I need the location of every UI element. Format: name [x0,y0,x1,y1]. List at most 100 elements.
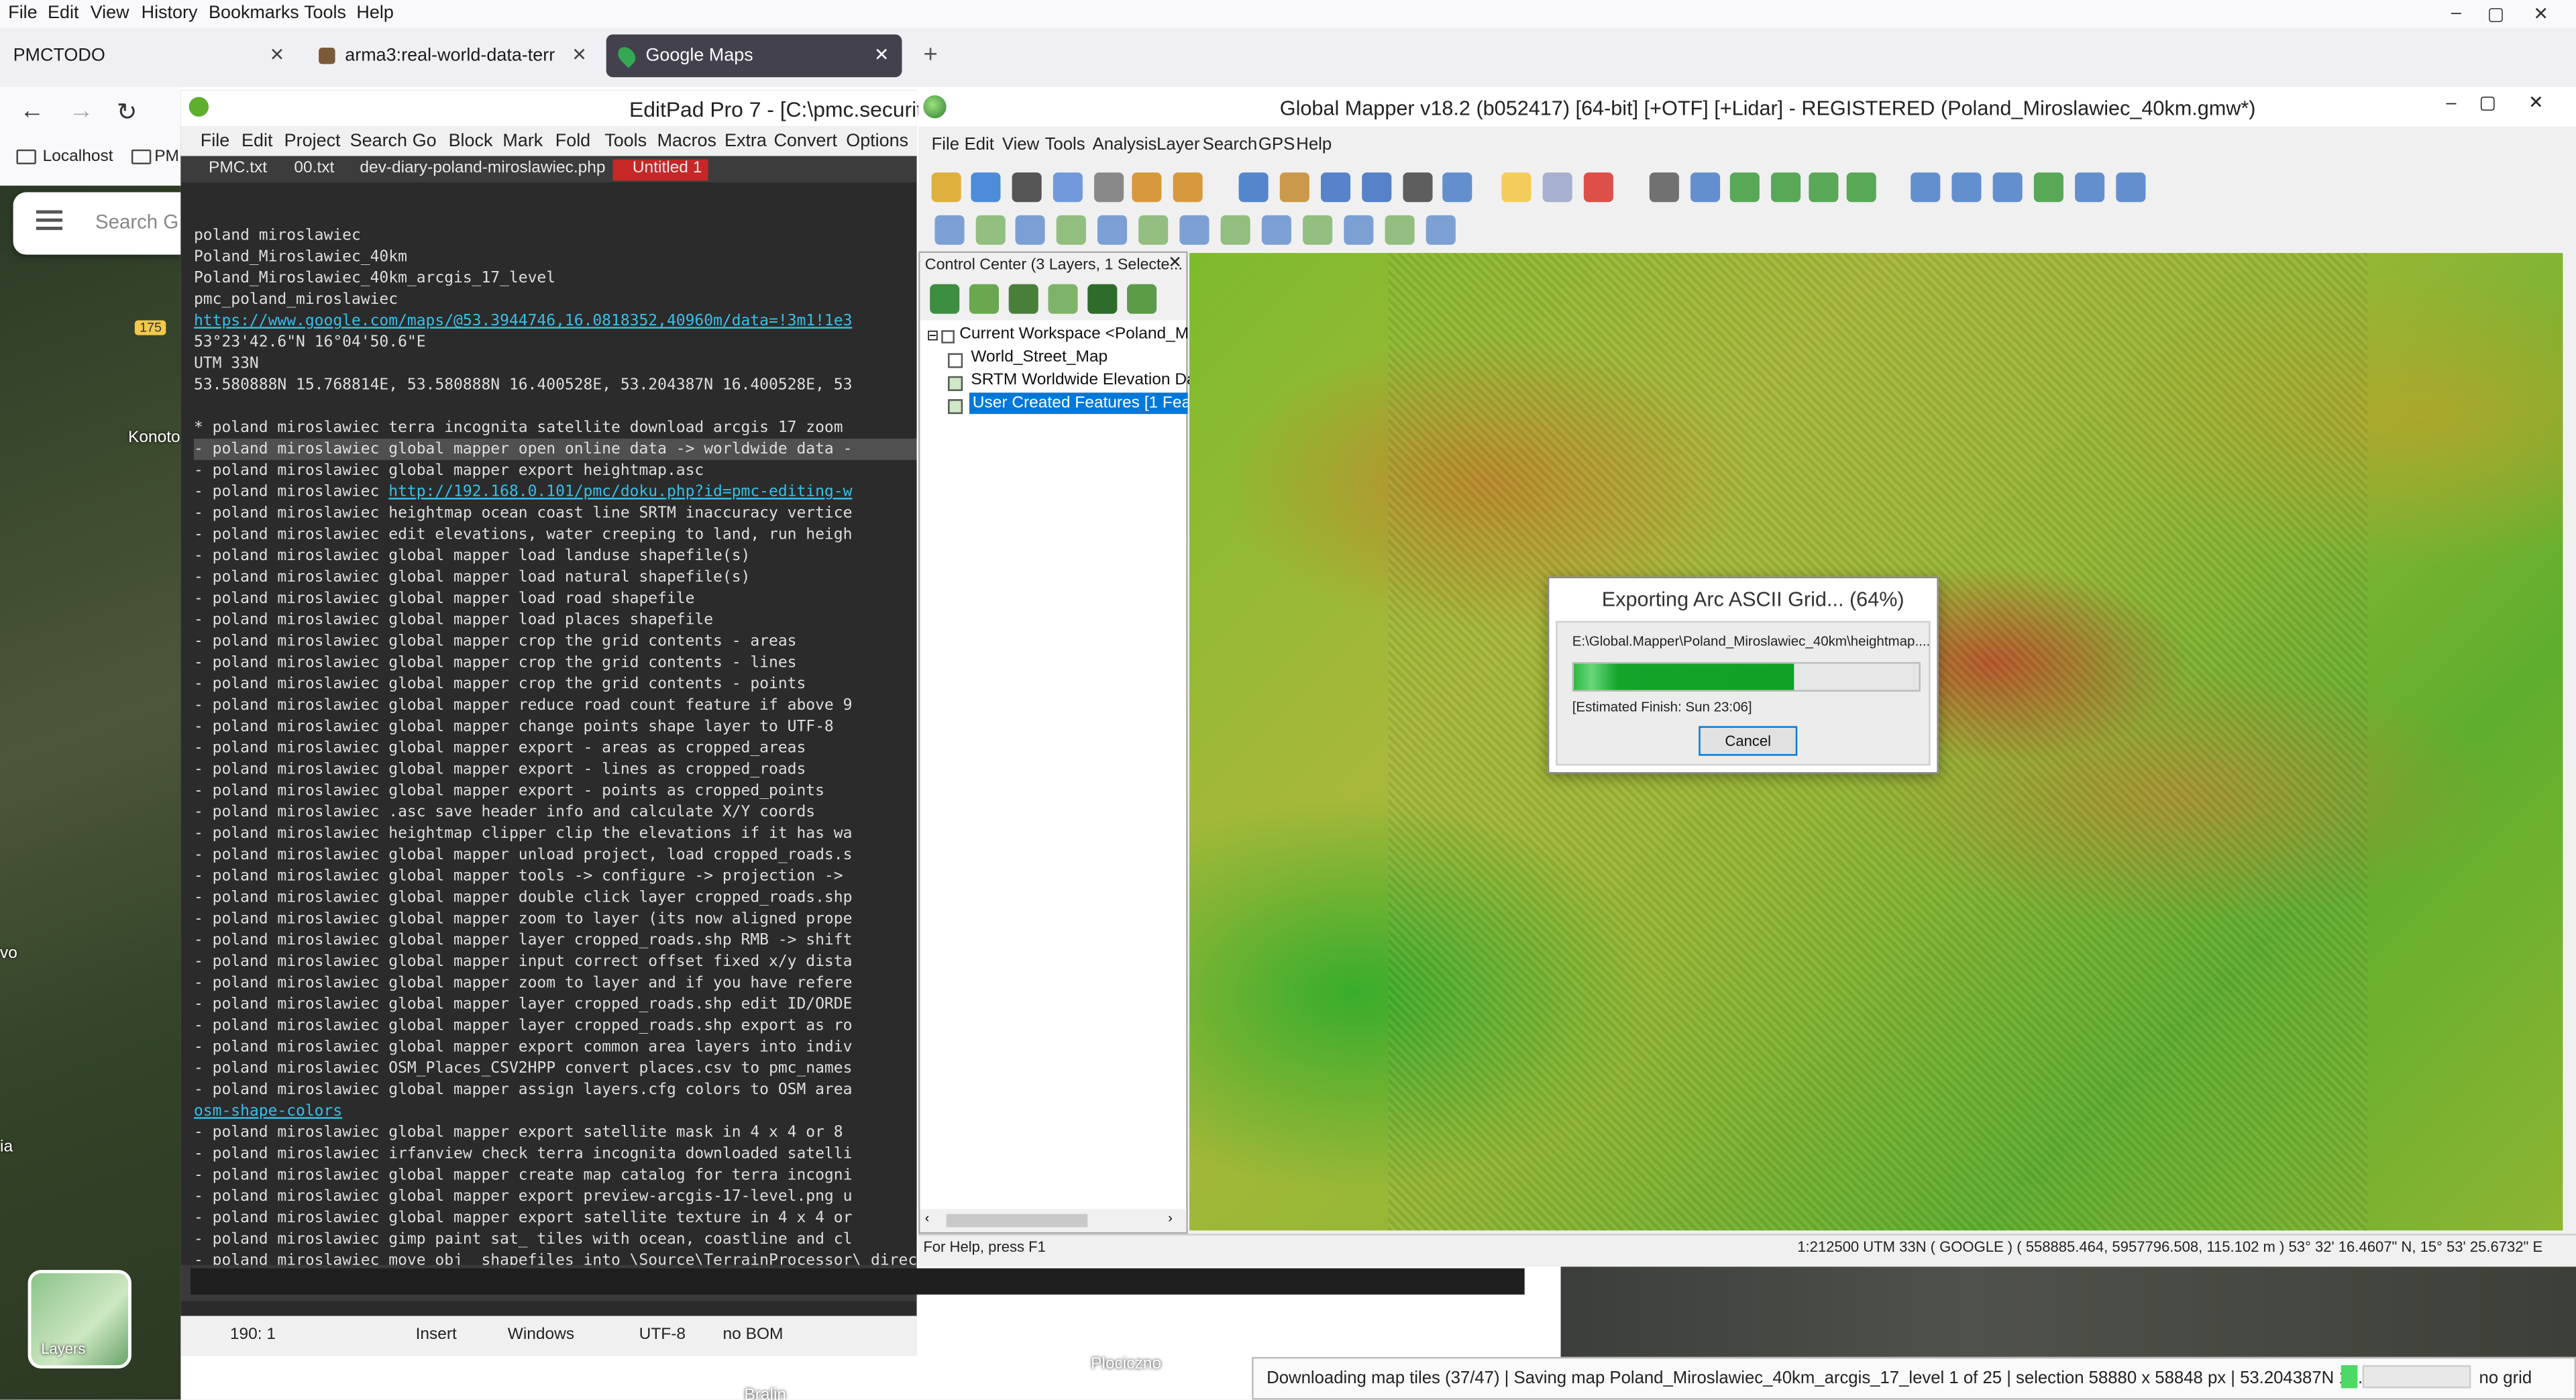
hamburger-menu-icon[interactable] [36,210,63,214]
toolbar-tool-icon[interactable] [1649,172,1679,203]
toolbar-edit-icon[interactable] [1385,215,1415,245]
text-line[interactable]: - poland miroslawiec irfanview check ter… [194,1144,917,1165]
toolbar-tool-icon[interactable] [1911,172,1941,203]
text-line[interactable]: - poland miroslawiec global mapper layer… [194,994,917,1016]
workspace-node[interactable]: Current Workspace <Poland_Mi [959,325,1192,343]
ep-menu-project[interactable]: Project [284,131,341,151]
layer-checkbox-checked[interactable] [948,376,963,391]
layer-options-icon[interactable] [1048,284,1078,314]
close-tab-icon[interactable]: ✕ [270,44,285,66]
scroll-right-icon[interactable]: › [1168,1211,1173,1226]
forward-arrow-icon[interactable]: → [69,97,94,125]
text-line[interactable]: 53.580888N 15.768814E, 53.580888N 16.400… [194,374,917,396]
text-line[interactable]: - poland miroslawiec global mapper layer… [194,1015,917,1036]
text-line[interactable]: - poland miroslawiec OSM_Places_CSV2HPP … [194,1058,917,1079]
maps-search-box[interactable]: Search G [13,192,181,255]
text-line[interactable]: - poland miroslawiec global mapper zoom … [194,908,917,930]
toolbar-tool-icon[interactable] [1403,172,1433,203]
text-line[interactable]: https://www.google.com/maps/@53.3944746,… [194,311,917,332]
text-line[interactable]: - poland miroslawiec global mapper doubl… [194,887,917,908]
ep-tab-00[interactable]: 00.txt [274,160,334,181]
scroll-thumb[interactable] [946,1214,1088,1228]
toolbar-edit-icon[interactable] [1138,215,1169,245]
toolbar-edit-icon[interactable] [1015,215,1045,245]
text-line[interactable]: - poland miroslawiec global mapper crop … [194,674,917,695]
toolbar-tool-icon[interactable] [1320,172,1351,203]
text-line[interactable]: - poland miroslawiec heightmap clipper c… [194,823,917,845]
bookmark-pm[interactable]: PM [154,148,179,166]
ep-menu-edit[interactable]: Edit [241,131,272,151]
menu-bookmarks[interactable]: Bookmarks [209,3,299,23]
close-tab-icon[interactable]: ✕ [874,44,890,66]
toolbar-tool-icon[interactable] [1542,172,1572,203]
text-line[interactable]: - poland miroslawiec global mapper expor… [194,1186,917,1207]
menu-history[interactable]: History [142,3,198,23]
ep-menu-file[interactable]: File [201,131,229,151]
hyperlink[interactable]: http://192.168.0.101/pmc/doku.php?id=pmc… [388,483,852,501]
text-line[interactable]: - poland miroslawiec global mapper load … [194,567,917,588]
close-window-button[interactable]: ✕ [2533,3,2548,25]
maximize-button[interactable]: ▢ [2487,3,2504,25]
insert-mode[interactable]: Insert [416,1326,457,1344]
toolbar-tool-icon[interactable] [1238,172,1269,203]
toolbar-tool-icon[interactable] [1729,172,1760,203]
menu-file[interactable]: File [8,3,37,23]
text-line[interactable]: - poland miroslawiec .asc save header in… [194,802,917,823]
ep-tab-pmc[interactable]: PMC.txt [189,160,267,181]
tab-pmctodo[interactable]: PMCTODO ✕ [3,34,296,77]
text-line[interactable]: - poland miroslawiec global mapper unloa… [194,845,917,866]
text-line[interactable]: - poland miroslawiec global mapper zoom … [194,973,917,994]
gm-menu-file[interactable]: File [932,135,959,154]
text-line[interactable]: UTM 33N [194,354,917,375]
text-line[interactable]: - poland miroslawiec global mapper expor… [194,738,917,759]
toolbar-tool-icon[interactable] [1012,172,1042,203]
text-line[interactable]: pmc_poland_miroslawiec [194,289,917,311]
ep-menu-search[interactable]: Search [350,131,407,151]
text-line[interactable]: - poland miroslawiec global mapper crop … [194,652,917,674]
satellite-map[interactable]: Search G 175 Konoto vo ia Layers [0,185,181,1400]
hyperlink[interactable]: osm-shape-colors [194,1102,342,1120]
text-line[interactable]: - poland miroslawiec global mapper expor… [194,759,917,780]
text-line[interactable]: - poland miroslawiec gimp paint sat_ til… [194,1229,917,1250]
toolbar-tool-icon[interactable] [1809,172,1839,203]
tree-collapse-icon[interactable]: ⊟ [926,327,938,345]
bookmark-localhost[interactable]: Localhost [43,148,113,166]
text-line[interactable]: - poland miroslawiec global mapper crop … [194,631,917,652]
toolbar-tool-icon[interactable] [1053,172,1083,203]
ep-tab-dev-diary[interactable]: dev-diary-poland-miroslawiec.php [340,160,605,181]
text-line[interactable]: poland miroslawiec [194,225,917,247]
text-line[interactable]: - poland miroslawiec global mapper open … [193,438,917,460]
layers-toggle-button[interactable]: Layers [28,1270,131,1369]
toolbar-tool-icon[interactable] [931,172,961,203]
toolbar-tool-icon[interactable] [2116,172,2146,203]
toolbar-tool-icon[interactable] [1279,172,1309,203]
ep-tab-untitled[interactable]: Untitled 1 [612,159,709,181]
close-tab-icon[interactable]: ✕ [572,44,587,66]
tab-arma3[interactable]: arma3:real-world-data-terrain-m ✕ [306,34,595,77]
text-line[interactable]: 53°23'42.6"N 16°04'50.6"E [194,332,917,354]
toolbar-edit-icon[interactable] [1426,215,1456,245]
toolbar-tool-icon[interactable] [971,172,1001,203]
text-line[interactable]: - poland miroslawiec global mapper creat… [194,1165,917,1186]
toolbar-edit-icon[interactable] [1097,215,1128,245]
text-line[interactable]: Poland_Miroslawiec_40km_arcgis_17_level [194,268,917,289]
gm-menu-help[interactable]: Help [1296,135,1332,154]
tab-google-maps[interactable]: Google Maps ✕ [606,34,902,78]
toolbar-tool-icon[interactable] [1173,172,1203,203]
menu-edit[interactable]: Edit [48,3,78,23]
toolbar-edit-icon[interactable] [1344,215,1374,245]
text-line[interactable]: - poland miroslawiec global mapper expor… [194,1207,917,1229]
toolbar-tool-icon[interactable] [1992,172,2023,203]
menu-tools[interactable]: Tools [304,3,346,23]
text-line[interactable]: - poland miroslawiec global mapper load … [194,588,917,610]
gm-menu-search[interactable]: Search [1203,135,1258,154]
toolbar-edit-icon[interactable] [1261,215,1291,245]
toolbar-tool-icon[interactable] [1501,172,1532,203]
toolbar-tool-icon[interactable] [1442,172,1472,203]
toolbar-tool-icon[interactable] [2075,172,2105,203]
minimize-button[interactable]: – [2451,3,2461,23]
grid-selector[interactable]: no grid [2479,1368,2532,1388]
text-line[interactable]: Poland_Miroslawiec_40km [194,246,917,268]
text-line[interactable]: osm-shape-colors [194,1101,917,1122]
menu-help[interactable]: Help [356,3,393,23]
